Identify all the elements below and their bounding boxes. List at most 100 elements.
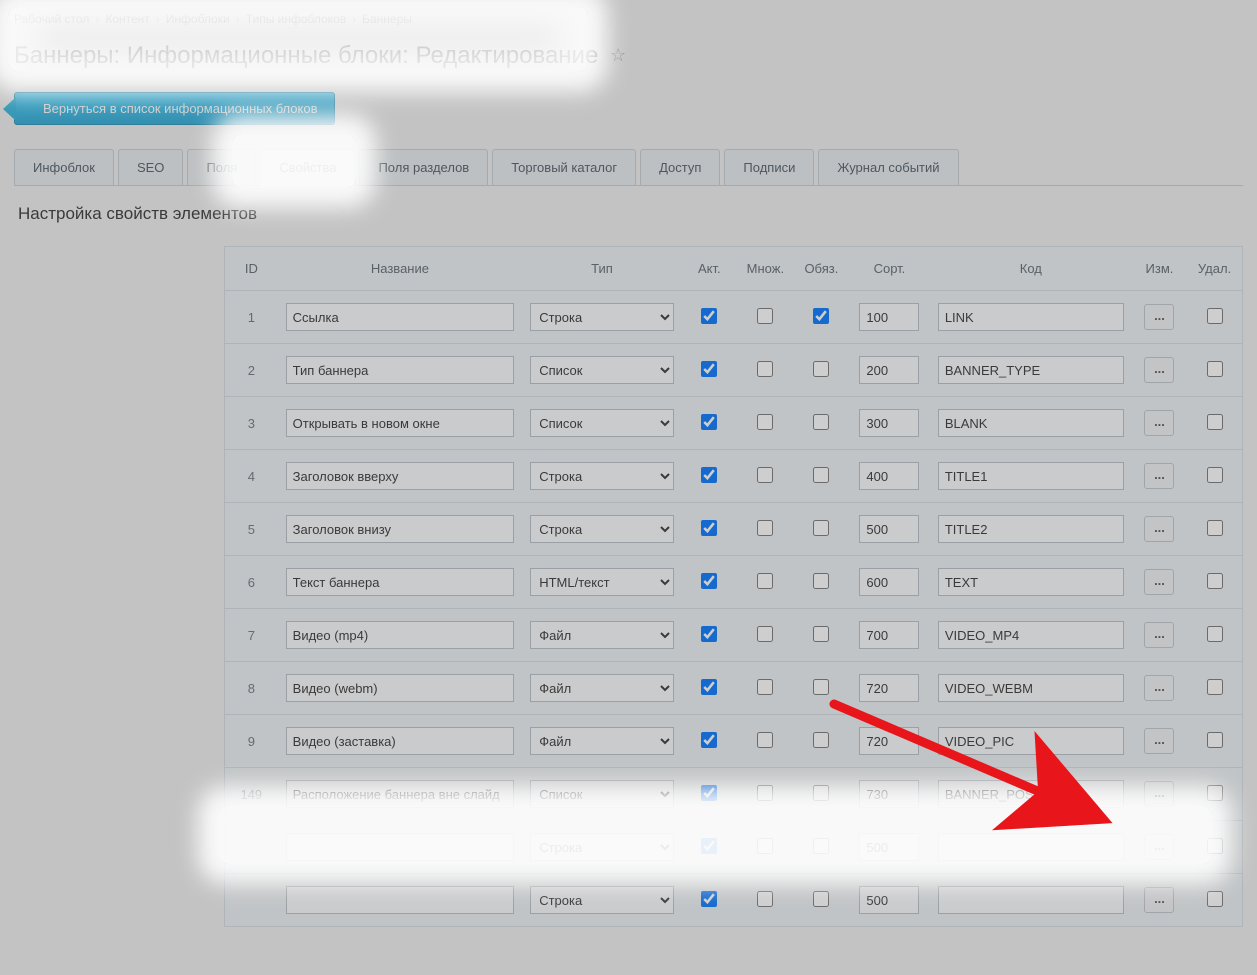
type-select[interactable]: СтрокаСписокHTML/текстФайл — [530, 568, 673, 596]
name-input[interactable] — [286, 409, 515, 437]
tab-журнал-событий[interactable]: Журнал событий — [818, 149, 958, 185]
edit-button[interactable]: ... — [1144, 410, 1174, 436]
code-input[interactable] — [938, 515, 1124, 543]
required-checkbox[interactable] — [813, 308, 829, 324]
edit-button[interactable]: ... — [1144, 834, 1174, 860]
sort-input[interactable] — [859, 303, 919, 331]
tab-доступ[interactable]: Доступ — [640, 149, 720, 185]
edit-button[interactable]: ... — [1144, 569, 1174, 595]
breadcrumb-item[interactable]: Инфоблоки — [166, 12, 230, 26]
multiple-checkbox[interactable] — [757, 414, 773, 430]
delete-checkbox[interactable] — [1207, 838, 1223, 854]
code-input[interactable] — [938, 727, 1124, 755]
delete-checkbox[interactable] — [1207, 467, 1223, 483]
active-checkbox[interactable] — [701, 414, 717, 430]
breadcrumb-item[interactable]: Баннеры — [362, 12, 412, 26]
required-checkbox[interactable] — [813, 361, 829, 377]
code-input[interactable] — [938, 621, 1124, 649]
edit-button[interactable]: ... — [1144, 675, 1174, 701]
tab-торговый-каталог[interactable]: Торговый каталог — [492, 149, 636, 185]
edit-button[interactable]: ... — [1144, 887, 1174, 913]
breadcrumb-item[interactable]: Типы инфоблоков — [246, 12, 346, 26]
edit-button[interactable]: ... — [1144, 304, 1174, 330]
active-checkbox[interactable] — [701, 626, 717, 642]
code-input[interactable] — [938, 674, 1124, 702]
delete-checkbox[interactable] — [1207, 308, 1223, 324]
sort-input[interactable] — [859, 674, 919, 702]
active-checkbox[interactable] — [701, 308, 717, 324]
delete-checkbox[interactable] — [1207, 626, 1223, 642]
code-input[interactable] — [938, 462, 1124, 490]
sort-input[interactable] — [859, 568, 919, 596]
type-select[interactable]: СтрокаСписокHTML/текстФайл — [530, 780, 673, 808]
required-checkbox[interactable] — [813, 626, 829, 642]
sort-input[interactable] — [859, 621, 919, 649]
required-checkbox[interactable] — [813, 520, 829, 536]
delete-checkbox[interactable] — [1207, 361, 1223, 377]
type-select[interactable]: СтрокаСписокHTML/текстФайл — [530, 727, 673, 755]
multiple-checkbox[interactable] — [757, 679, 773, 695]
sort-input[interactable] — [859, 727, 919, 755]
required-checkbox[interactable] — [813, 414, 829, 430]
name-input[interactable] — [286, 515, 515, 543]
multiple-checkbox[interactable] — [757, 732, 773, 748]
multiple-checkbox[interactable] — [757, 308, 773, 324]
tab-seo[interactable]: SEO — [118, 149, 183, 185]
name-input[interactable] — [286, 780, 515, 808]
active-checkbox[interactable] — [701, 891, 717, 907]
multiple-checkbox[interactable] — [757, 838, 773, 854]
breadcrumb-item[interactable]: Рабочий стол — [14, 12, 89, 26]
type-select[interactable]: СтрокаСписокHTML/текстФайл — [530, 356, 673, 384]
back-button[interactable]: Вернуться в список информационных блоков — [14, 92, 335, 125]
edit-button[interactable]: ... — [1144, 516, 1174, 542]
required-checkbox[interactable] — [813, 679, 829, 695]
code-input[interactable] — [938, 780, 1124, 808]
edit-button[interactable]: ... — [1144, 463, 1174, 489]
tab-подписи[interactable]: Подписи — [724, 149, 814, 185]
delete-checkbox[interactable] — [1207, 414, 1223, 430]
name-input[interactable] — [286, 303, 515, 331]
sort-input[interactable] — [859, 780, 919, 808]
delete-checkbox[interactable] — [1207, 891, 1223, 907]
name-input[interactable] — [286, 886, 515, 914]
delete-checkbox[interactable] — [1207, 732, 1223, 748]
name-input[interactable] — [286, 568, 515, 596]
multiple-checkbox[interactable] — [757, 520, 773, 536]
type-select[interactable]: СтрокаСписокHTML/текстФайл — [530, 303, 673, 331]
required-checkbox[interactable] — [813, 732, 829, 748]
active-checkbox[interactable] — [701, 785, 717, 801]
multiple-checkbox[interactable] — [757, 626, 773, 642]
multiple-checkbox[interactable] — [757, 361, 773, 377]
delete-checkbox[interactable] — [1207, 679, 1223, 695]
code-input[interactable] — [938, 833, 1124, 861]
type-select[interactable]: СтрокаСписокHTML/текстФайл — [530, 621, 673, 649]
name-input[interactable] — [286, 674, 515, 702]
favorite-star-icon[interactable]: ☆ — [610, 45, 626, 66]
delete-checkbox[interactable] — [1207, 520, 1223, 536]
delete-checkbox[interactable] — [1207, 573, 1223, 589]
code-input[interactable] — [938, 409, 1124, 437]
required-checkbox[interactable] — [813, 573, 829, 589]
sort-input[interactable] — [859, 886, 919, 914]
multiple-checkbox[interactable] — [757, 573, 773, 589]
edit-button[interactable]: ... — [1144, 781, 1174, 807]
type-select[interactable]: СтрокаСписокHTML/текстФайл — [530, 462, 673, 490]
name-input[interactable] — [286, 462, 515, 490]
name-input[interactable] — [286, 621, 515, 649]
tab-свойства[interactable]: Свойства — [260, 149, 355, 186]
active-checkbox[interactable] — [701, 573, 717, 589]
type-select[interactable]: СтрокаСписокHTML/текстФайл — [530, 833, 673, 861]
edit-button[interactable]: ... — [1144, 622, 1174, 648]
edit-button[interactable]: ... — [1144, 357, 1174, 383]
name-input[interactable] — [286, 356, 515, 384]
name-input[interactable] — [286, 833, 515, 861]
tab-поля-разделов[interactable]: Поля разделов — [359, 149, 488, 185]
active-checkbox[interactable] — [701, 838, 717, 854]
type-select[interactable]: СтрокаСписокHTML/текстФайл — [530, 515, 673, 543]
sort-input[interactable] — [859, 833, 919, 861]
code-input[interactable] — [938, 356, 1124, 384]
sort-input[interactable] — [859, 409, 919, 437]
active-checkbox[interactable] — [701, 732, 717, 748]
multiple-checkbox[interactable] — [757, 467, 773, 483]
sort-input[interactable] — [859, 462, 919, 490]
